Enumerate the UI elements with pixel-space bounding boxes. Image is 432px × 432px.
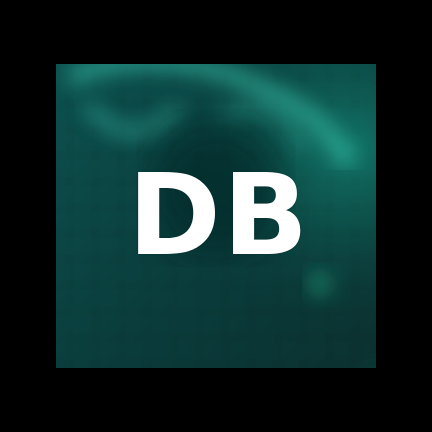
db-icon-label: DB [127,151,311,281]
app-icon-canvas: DB [0,0,432,432]
db-app-icon[interactable]: DB [56,64,376,368]
